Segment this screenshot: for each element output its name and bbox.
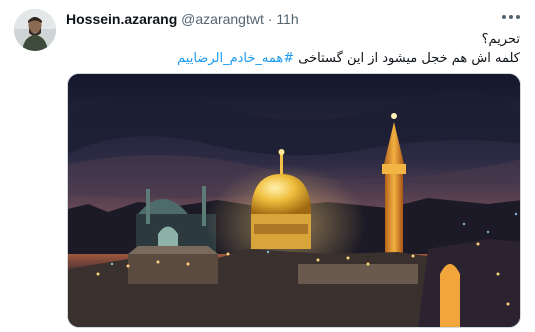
hashtag-link[interactable]: #همه_خادم_الرضاییم [177, 51, 294, 66]
tweet-text: کلمه اش هم خجل میشود از این گستاخی [294, 51, 520, 66]
more-dot [502, 15, 506, 19]
more-options-button[interactable] [502, 10, 520, 24]
author-handle[interactable]: @azarangtwt [181, 11, 264, 27]
tweet[interactable]: Hossein.azarang @azarangtwt · 11h تحریم؟… [0, 0, 535, 332]
tweet-text-line-1: تحریم؟ [481, 32, 520, 47]
more-dot [509, 15, 513, 19]
author-name[interactable]: Hossein.azarang [66, 11, 177, 27]
user-avatar-icon [14, 9, 56, 51]
separator: · [267, 11, 273, 27]
timestamp[interactable]: 11h [276, 11, 298, 27]
tweet-text-line-2: کلمه اش هم خجل میشود از این گستاخی #همه_… [66, 49, 520, 68]
tweet-header: Hossein.azarang @azarangtwt · 11h [66, 10, 299, 28]
avatar[interactable] [14, 9, 56, 51]
tweet-media-photo[interactable] [67, 73, 521, 328]
more-dot [516, 15, 520, 19]
shrine-night-photo [68, 74, 520, 327]
